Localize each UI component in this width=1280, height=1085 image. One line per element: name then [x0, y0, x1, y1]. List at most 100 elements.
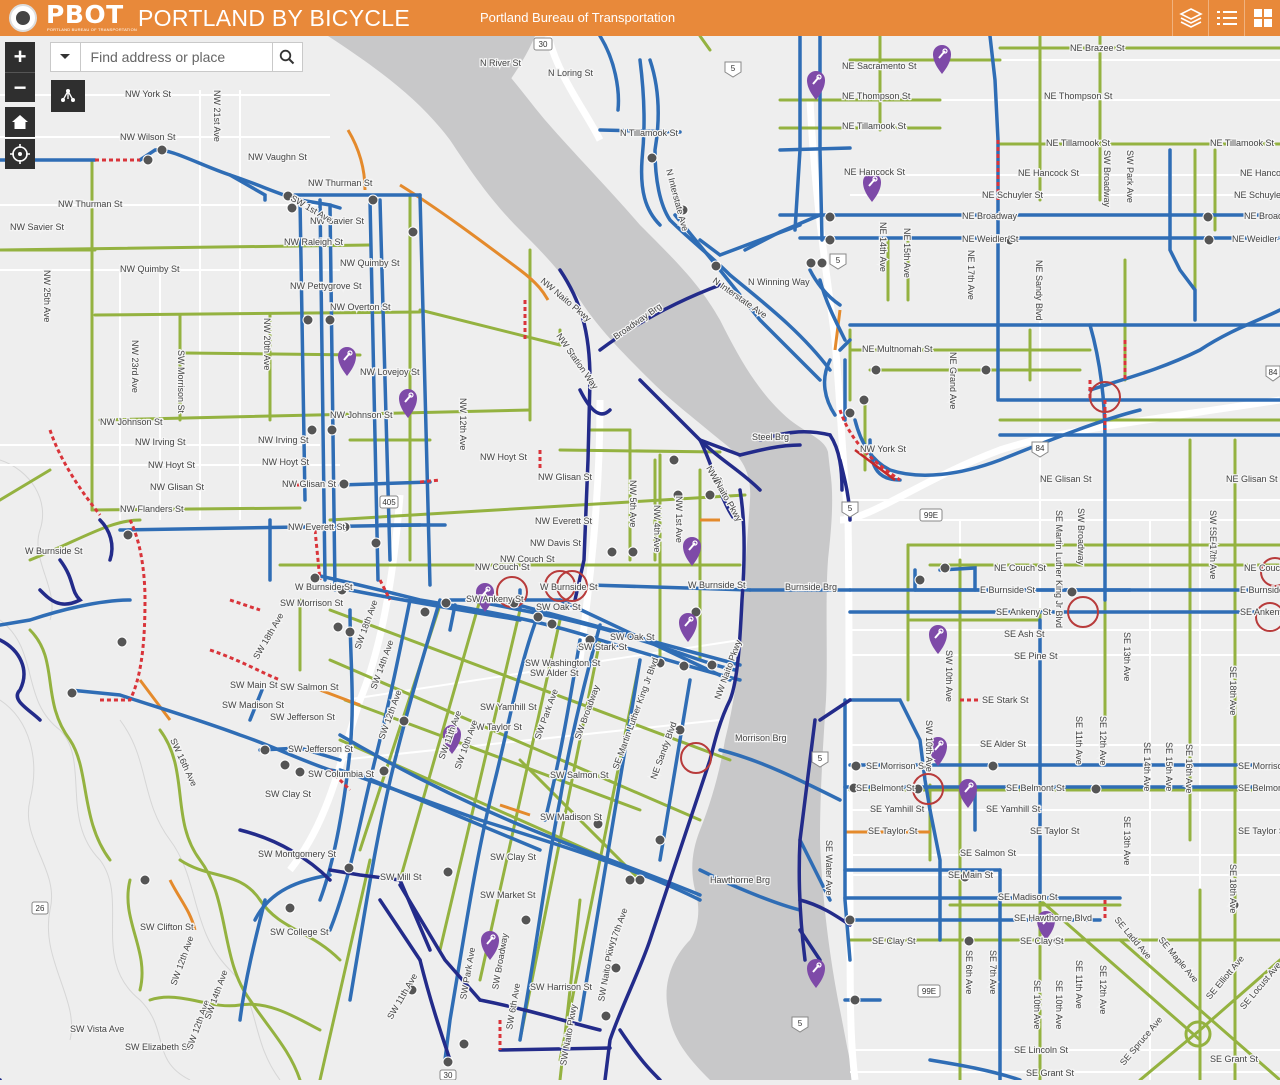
- svg-text:NE Glisan St: NE Glisan St: [1040, 474, 1092, 484]
- svg-text:E Burnside St: E Burnside St: [980, 585, 1036, 595]
- bike-map[interactable]: 30 5 5 84 405 5 99E 5 99E 5 26 30 84 NW …: [0, 34, 1280, 1082]
- svg-text:SW Morrison St: SW Morrison St: [176, 350, 186, 414]
- svg-text:N Tillamook St: N Tillamook St: [620, 128, 679, 138]
- svg-text:NW Glisan St: NW Glisan St: [282, 479, 337, 489]
- layers-icon: [1178, 8, 1203, 28]
- svg-text:SW Oak St: SW Oak St: [536, 602, 581, 612]
- svg-text:SW 10th Ave: SW 10th Ave: [944, 650, 954, 702]
- svg-text:NE Sacramento St: NE Sacramento St: [842, 61, 917, 71]
- svg-text:SW Park Ave: SW Park Ave: [1125, 150, 1135, 203]
- svg-text:5: 5: [798, 1019, 803, 1028]
- svg-text:SW Clay St: SW Clay St: [490, 852, 537, 862]
- zoom-out-button[interactable]: −: [5, 72, 35, 102]
- svg-text:SW Madison St: SW Madison St: [222, 700, 285, 710]
- svg-text:SE 11th Ave: SE 11th Ave: [1074, 716, 1084, 765]
- home-button[interactable]: [5, 107, 35, 137]
- svg-text:SE 7th Ave: SE 7th Ave: [988, 950, 998, 994]
- svg-text:84: 84: [1036, 444, 1045, 453]
- layers-button[interactable]: [1172, 0, 1208, 36]
- svg-text:NW 1st Ave: NW 1st Ave: [674, 496, 684, 543]
- svg-text:SE Morrison St: SE Morrison St: [1238, 761, 1280, 771]
- svg-text:SE 12th Ave: SE 12th Ave: [1098, 716, 1108, 765]
- svg-text:SW Washington St: SW Washington St: [525, 658, 601, 668]
- svg-text:SE Clay St: SE Clay St: [872, 936, 916, 946]
- svg-text:NE Tillamook St: NE Tillamook St: [842, 121, 907, 131]
- map-canvas: 30 5 5 84 405 5 99E 5 99E 5 26 30 84 NW …: [0, 34, 1280, 1082]
- svg-text:SE 15th Ave: SE 15th Ave: [1164, 742, 1174, 791]
- svg-text:SE Ankeny St: SE Ankeny St: [1240, 607, 1280, 617]
- svg-text:NW Johnson St: NW Johnson St: [100, 417, 163, 427]
- svg-text:NW Quimby St: NW Quimby St: [120, 264, 180, 274]
- svg-text:NW Savier St: NW Savier St: [10, 222, 65, 232]
- svg-text:SE Yamhill St: SE Yamhill St: [986, 804, 1041, 814]
- shield-icon: 30: [439, 1069, 457, 1081]
- svg-text:SE Belmont St: SE Belmont St: [1006, 783, 1065, 793]
- svg-text:SW 10th Ave: SW 10th Ave: [924, 720, 934, 772]
- svg-text:SE Salmon St: SE Salmon St: [960, 848, 1017, 858]
- svg-text:5: 5: [731, 64, 736, 73]
- locate-button[interactable]: [5, 139, 35, 169]
- svg-text:405: 405: [382, 498, 396, 507]
- svg-text:NW Wilson St: NW Wilson St: [120, 132, 176, 142]
- svg-text:SW Oak St: SW Oak St: [610, 632, 655, 642]
- search-source-dropdown[interactable]: [51, 43, 81, 71]
- svg-text:SW Stark St: SW Stark St: [578, 642, 628, 652]
- svg-text:SE 18th Ave: SE 18th Ave: [1228, 864, 1238, 913]
- svg-text:N Loring St: N Loring St: [548, 68, 594, 78]
- svg-text:NW Hoyt St: NW Hoyt St: [480, 452, 528, 462]
- svg-text:SE Belmont St: SE Belmont St: [1238, 783, 1280, 793]
- svg-text:NE Thompson St: NE Thompson St: [1044, 91, 1113, 101]
- svg-text:SE Grant St: SE Grant St: [1026, 1068, 1075, 1078]
- search-button[interactable]: [271, 43, 302, 71]
- svg-text:SW Jefferson St: SW Jefferson St: [270, 712, 335, 722]
- svg-text:W Burnside St: W Burnside St: [540, 582, 598, 592]
- svg-text:NE Brazee St: NE Brazee St: [1070, 43, 1125, 53]
- svg-text:Steel Brg: Steel Brg: [752, 432, 789, 442]
- svg-text:SE 16th Ave: SE 16th Ave: [1184, 744, 1194, 793]
- svg-text:SW Columbia St: SW Columbia St: [308, 769, 375, 779]
- basemap-gallery-button[interactable]: [1244, 0, 1280, 36]
- svg-text:NE Sandy Blvd: NE Sandy Blvd: [1034, 260, 1044, 321]
- svg-text:SW Alder St: SW Alder St: [530, 668, 579, 678]
- svg-text:NW 4th Ave: NW 4th Ave: [652, 505, 662, 552]
- svg-text:SE Taylor St: SE Taylor St: [1238, 826, 1280, 836]
- svg-text:W Burnside St: W Burnside St: [25, 546, 83, 556]
- pbot-logo: PBOT: [46, 0, 124, 29]
- svg-text:SE 13th Ave: SE 13th Ave: [1122, 632, 1132, 681]
- svg-text:SW Clay St: SW Clay St: [265, 789, 312, 799]
- shield-icon: 99E: [917, 984, 941, 998]
- svg-text:SE Ankeny St: SE Ankeny St: [996, 607, 1052, 617]
- svg-text:NW Johnson St: NW Johnson St: [330, 410, 393, 420]
- svg-text:SW Harrison St: SW Harrison St: [530, 982, 593, 992]
- svg-text:NW Davis St: NW Davis St: [530, 538, 582, 548]
- svg-text:NW Everett St: NW Everett St: [535, 516, 593, 526]
- svg-text:SE Main St: SE Main St: [948, 870, 994, 880]
- svg-text:SE Hawthorne Blvd: SE Hawthorne Blvd: [1014, 913, 1092, 923]
- svg-text:NE Multnomah St: NE Multnomah St: [862, 344, 933, 354]
- svg-text:NE Weidler St: NE Weidler St: [962, 234, 1019, 244]
- svg-text:SE Grant St: SE Grant St: [1210, 1054, 1259, 1064]
- svg-text:W Burnside St: W Burnside St: [295, 582, 353, 592]
- svg-text:84: 84: [1269, 368, 1278, 377]
- svg-text:SE Taylor St: SE Taylor St: [868, 826, 918, 836]
- svg-text:SE 12th Ave: SE 12th Ave: [1098, 965, 1108, 1014]
- share-button[interactable]: [51, 80, 85, 112]
- svg-text:NW York St: NW York St: [860, 444, 907, 454]
- svg-text:SW Vista Ave: SW Vista Ave: [70, 1024, 124, 1034]
- search-widget: [50, 42, 303, 72]
- svg-text:30: 30: [444, 1071, 453, 1080]
- svg-text:SE Lincoln St: SE Lincoln St: [1014, 1045, 1069, 1055]
- svg-text:SE Clay St: SE Clay St: [1020, 936, 1064, 946]
- svg-text:SW Elizabeth St: SW Elizabeth St: [125, 1042, 191, 1052]
- locate-icon: [10, 144, 30, 164]
- legend-button[interactable]: [1208, 0, 1244, 36]
- svg-text:Burnside Brg: Burnside Brg: [785, 582, 837, 592]
- svg-text:Morrison Brg: Morrison Brg: [735, 733, 787, 743]
- svg-text:SE Madison St: SE Madison St: [998, 892, 1058, 902]
- city-seal-logo: [9, 4, 37, 32]
- zoom-in-button[interactable]: +: [5, 42, 35, 72]
- svg-text:NE 17th Ave: NE 17th Ave: [966, 250, 976, 300]
- svg-text:NW Glisan St: NW Glisan St: [150, 482, 205, 492]
- svg-text:SE Martin Luther King Jr Blvd: SE Martin Luther King Jr Blvd: [1054, 510, 1064, 628]
- search-input[interactable]: [80, 43, 272, 71]
